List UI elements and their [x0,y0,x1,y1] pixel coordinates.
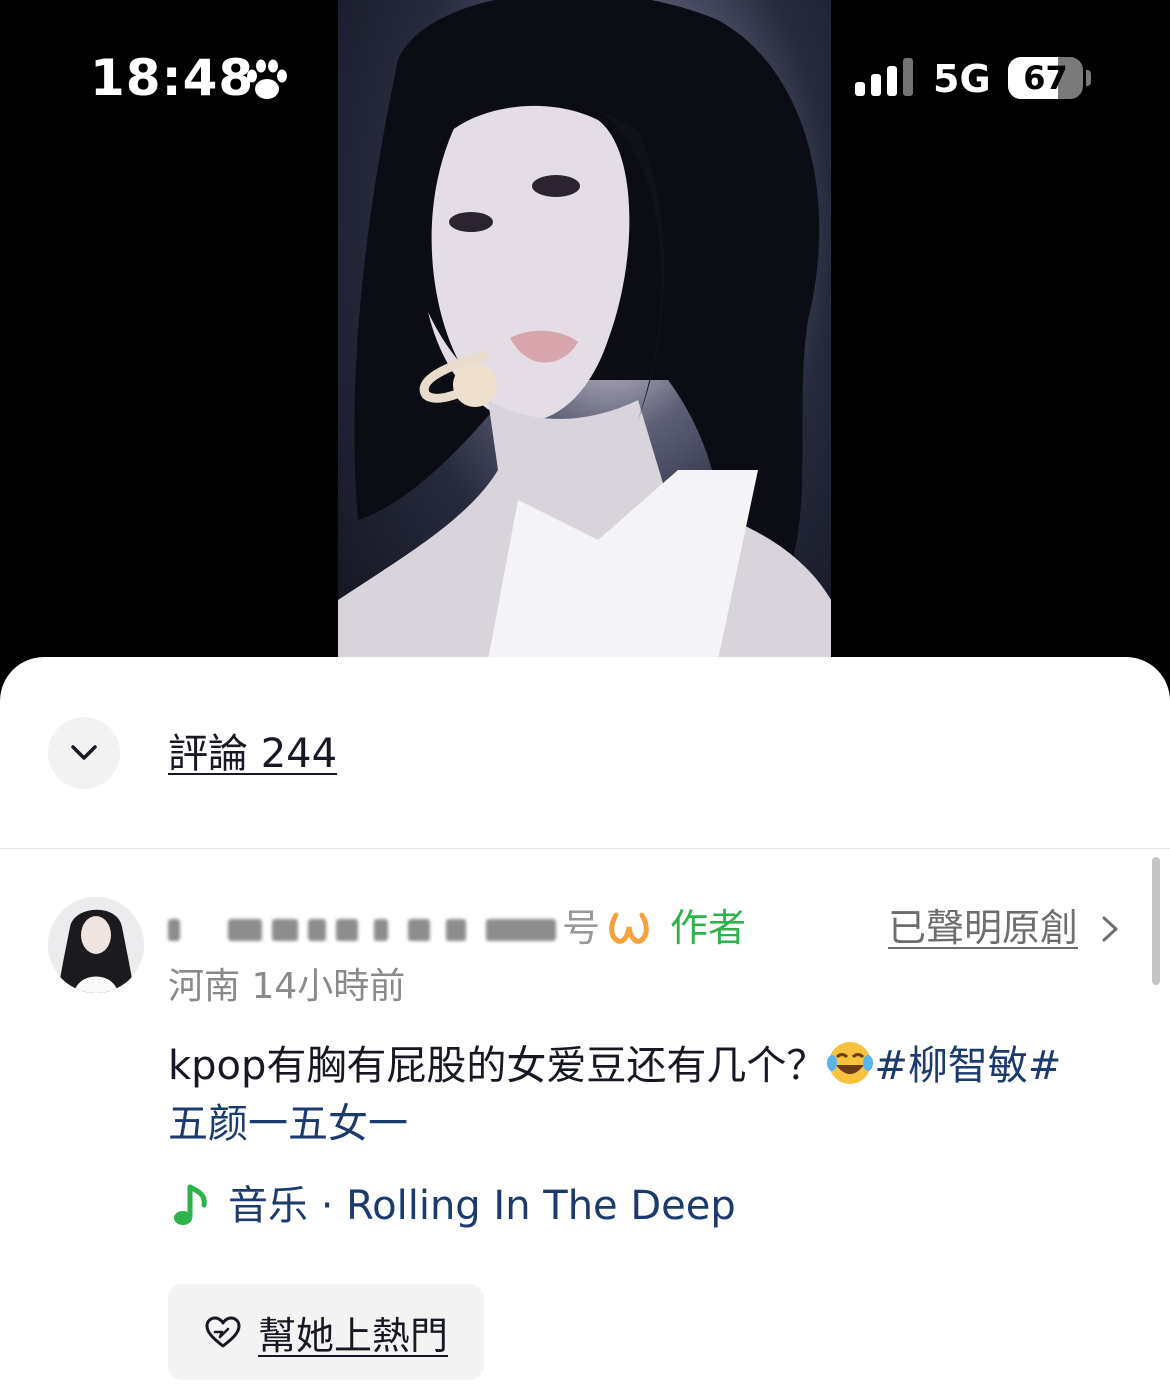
paw-icon [247,59,287,99]
infinity-icon [609,912,649,944]
music-note-icon [174,1184,207,1225]
divider [0,848,1170,849]
battery-indicator: 67 [1008,57,1083,99]
post-text: kpop有胸有屁股的女爱豆还有几个？ #柳智敏# 五颜一五女一 [168,1037,1108,1153]
video-frame[interactable] [338,0,831,660]
username-tail[interactable]: 号 [562,905,600,951]
boost-button[interactable]: 幫她上熱門 [168,1284,484,1380]
status-time: 18:48 [90,49,255,107]
network-type: 5G [933,57,991,101]
music-link[interactable]: 音乐 · Rolling In The Deep [172,1181,736,1231]
chevron-right-icon[interactable] [1098,913,1122,945]
heart-boost-icon [205,1316,241,1348]
avatar-image [48,897,144,993]
avatar[interactable] [48,897,144,993]
chevron-down-icon [71,745,97,760]
boost-button-label[interactable]: 幫她上熱門 [258,1305,448,1360]
declared-original-link[interactable]: 已聲明原創 [888,905,1078,951]
music-title[interactable]: 音乐 · Rolling In The Deep [228,1181,736,1231]
post-text-plain: kpop有胸有屁股的女爱豆还有几个？ [168,1043,827,1089]
comments-title[interactable]: 評論 244 [168,730,337,778]
performer-photo [338,0,831,660]
comments-sheet: 評論 244 号 作者 已聲明原創 河南 14小時前 kpop有胸有屁股的女爱豆… [0,657,1170,1399]
laughing-tears-emoji [827,1042,874,1084]
post-text-line2[interactable]: 五颜一五女一 [168,1101,408,1147]
battery-level: 67 [1023,59,1068,97]
battery-tip [1086,70,1091,86]
scrollbar[interactable] [1152,857,1160,985]
author-tag: 作者 [670,906,747,950]
post-meta: 河南 14小時前 [168,966,406,1007]
collapse-button[interactable] [48,717,120,789]
hashtag-link[interactable]: #柳智敏# [874,1043,1061,1089]
username-redacted[interactable] [168,909,568,953]
cellular-signal-icon [855,58,913,96]
